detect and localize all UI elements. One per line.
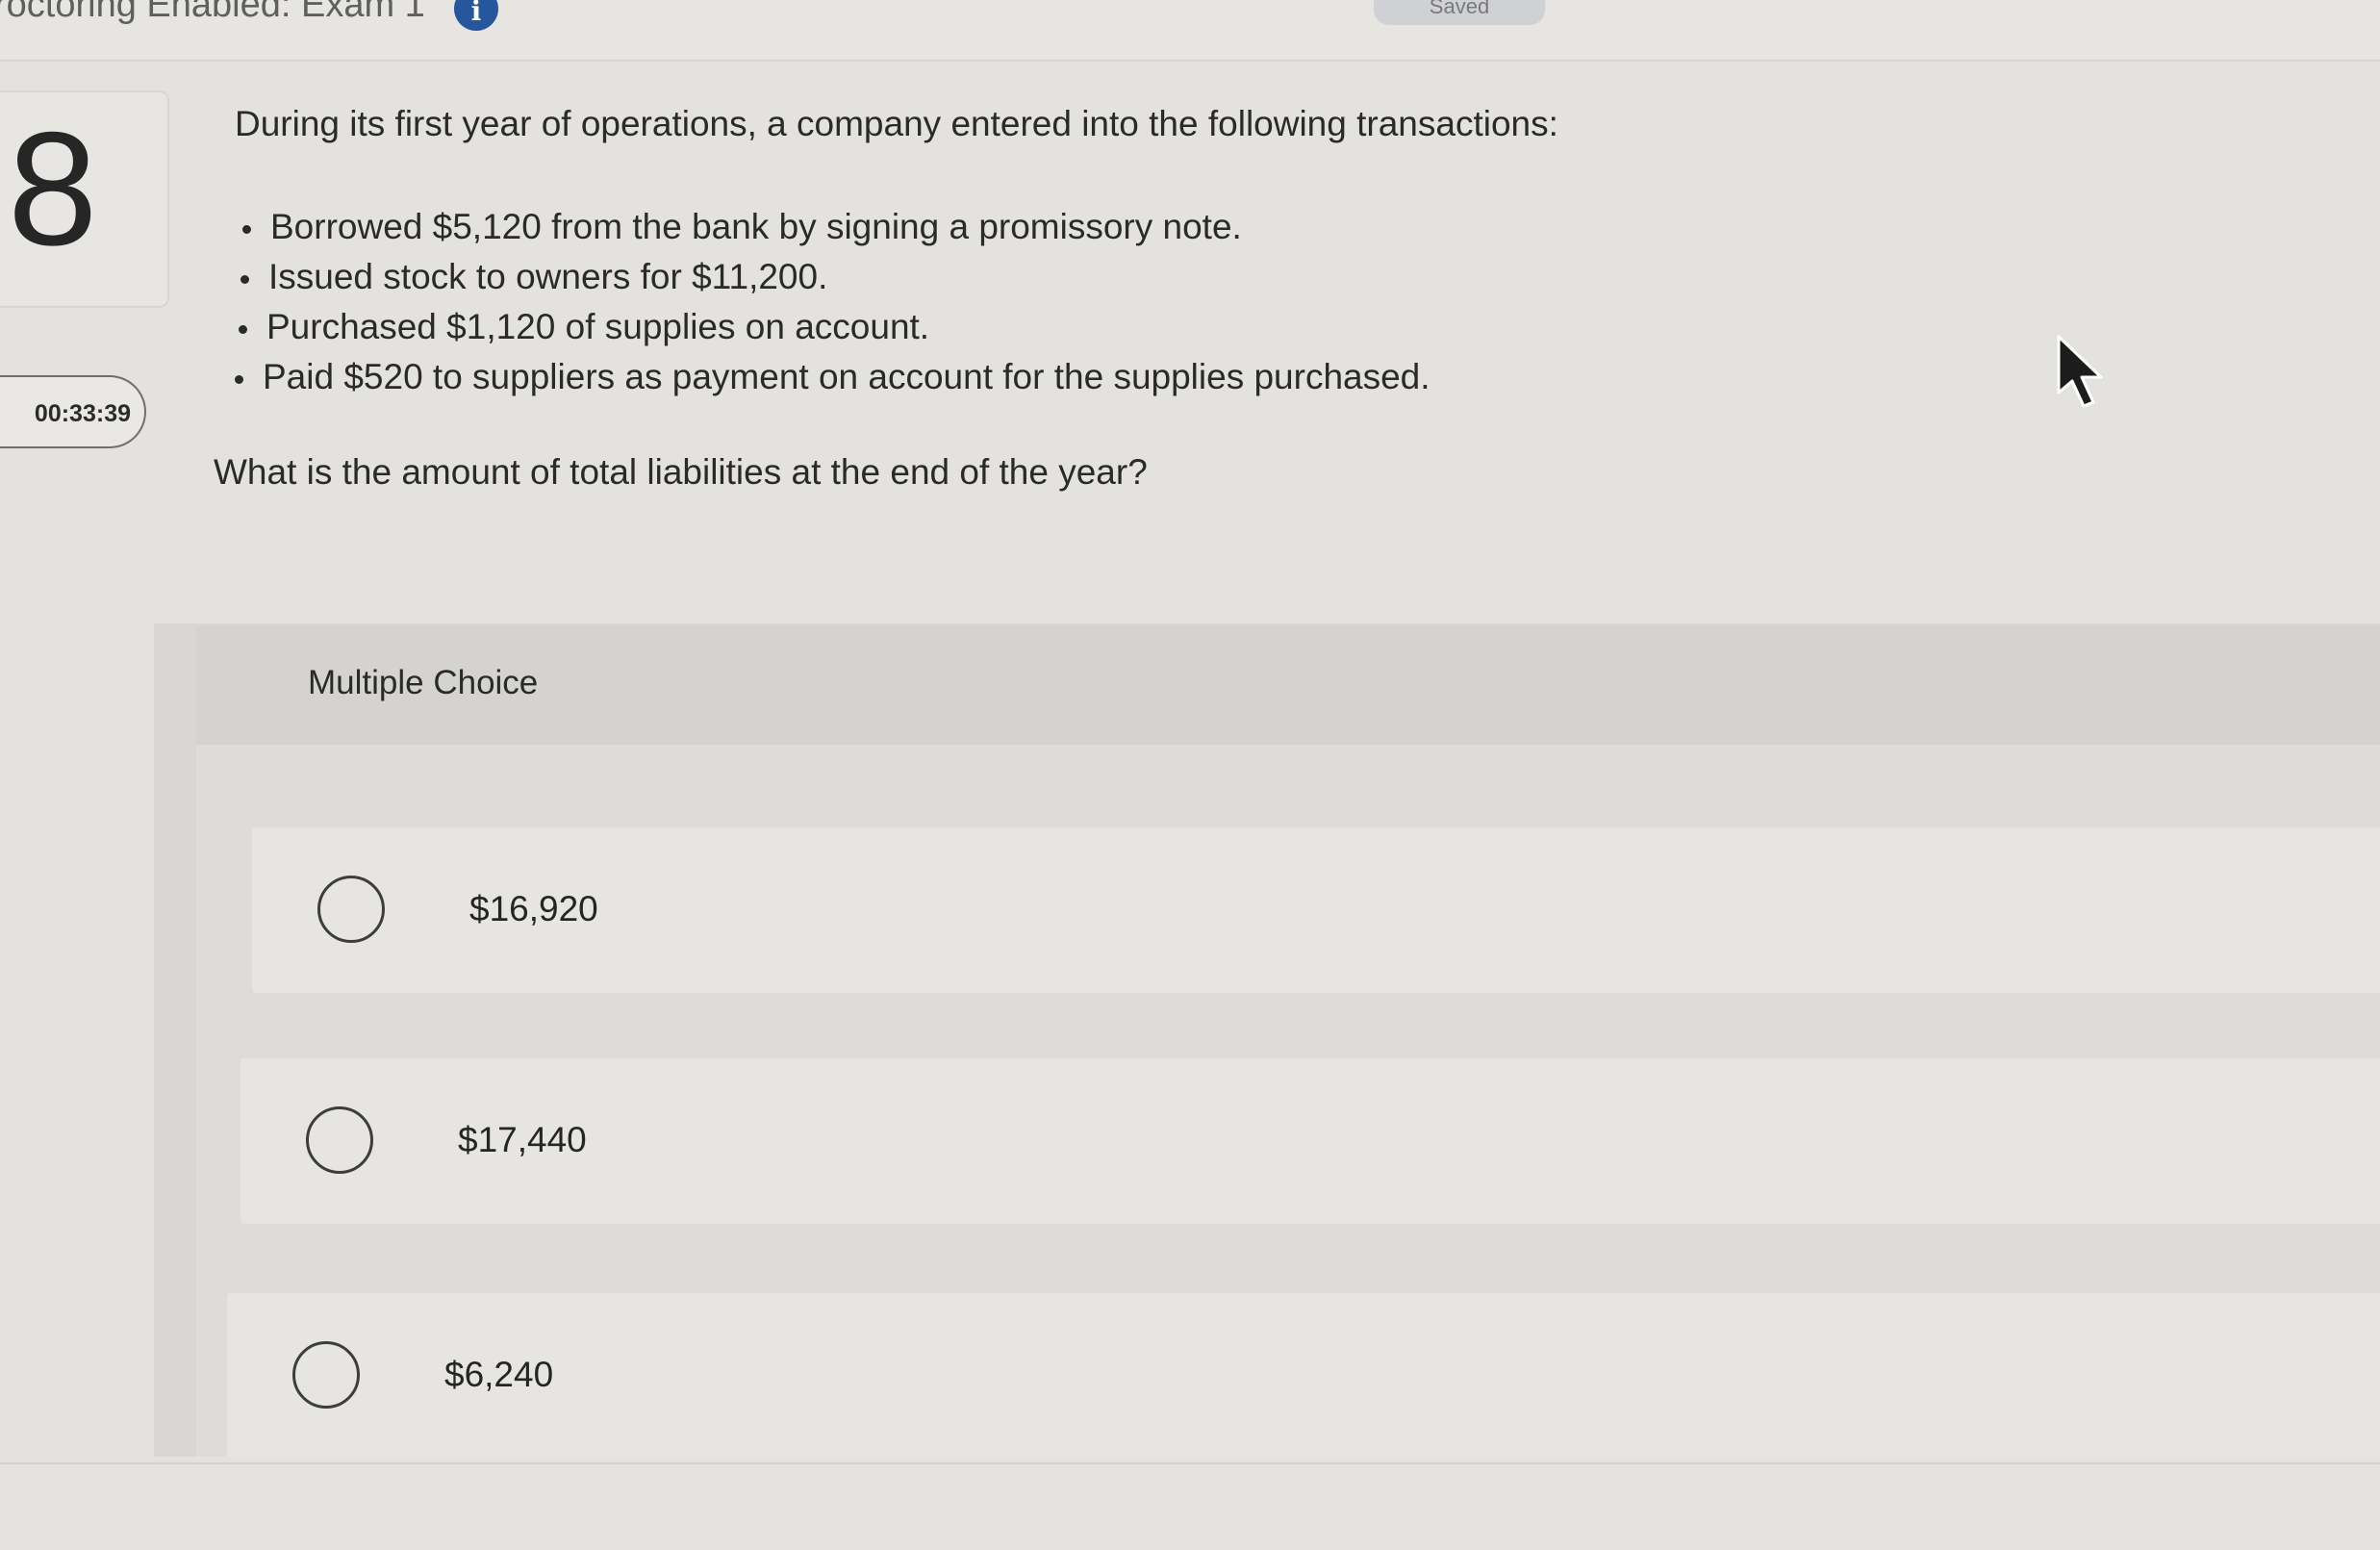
transaction-item: Issued stock to owners for $11,200. (241, 252, 1436, 302)
transaction-item: Paid $520 to suppliers as payment on acc… (235, 352, 1431, 402)
transaction-item: Purchased $1,120 of supplies on account. (239, 302, 1434, 352)
answer-option[interactable]: $17,440 (241, 1058, 2380, 1224)
answer-option-label: $16,920 (469, 889, 598, 928)
saved-status-badge: Saved (1374, 0, 1545, 25)
multiple-choice-label: Multiple Choice (308, 664, 539, 701)
question-number: 8 (8, 98, 98, 279)
bullet-icon (241, 274, 249, 284)
bullet-icon (239, 324, 247, 334)
exam-timer[interactable]: 00:33:39 (0, 375, 146, 448)
question-prompt: During its first year of operations, a c… (235, 104, 1558, 143)
answer-option[interactable]: $6,240 (227, 1293, 2380, 1459)
transaction-text: Paid $520 to suppliers as payment on acc… (263, 357, 1431, 396)
transaction-text: Borrowed $5,120 from the bank by signing… (270, 207, 1242, 246)
bullet-icon (242, 224, 251, 234)
answer-option[interactable]: $16,920 (252, 827, 2380, 993)
radio-button-icon[interactable] (306, 1106, 373, 1174)
radio-button-icon[interactable] (317, 876, 385, 943)
bottom-strip (0, 1462, 2380, 1550)
radio-button-icon[interactable] (292, 1341, 360, 1409)
transaction-text: Issued stock to owners for $11,200. (268, 257, 828, 296)
answer-option-label: $6,240 (444, 1355, 554, 1394)
question-text: What is the amount of total liabilities … (214, 452, 1148, 492)
bullet-icon (235, 374, 243, 384)
exam-title: roctoring Enabled: Exam 1 (0, 0, 425, 25)
transaction-text: Purchased $1,120 of supplies on account. (266, 307, 930, 346)
answer-option-label: $17,440 (458, 1120, 587, 1159)
transaction-item: Borrowed $5,120 from the bank by signing… (242, 202, 1438, 252)
mouse-pointer-icon (2057, 335, 2103, 408)
transaction-list: Borrowed $5,120 from the bank by signing… (235, 202, 1431, 402)
